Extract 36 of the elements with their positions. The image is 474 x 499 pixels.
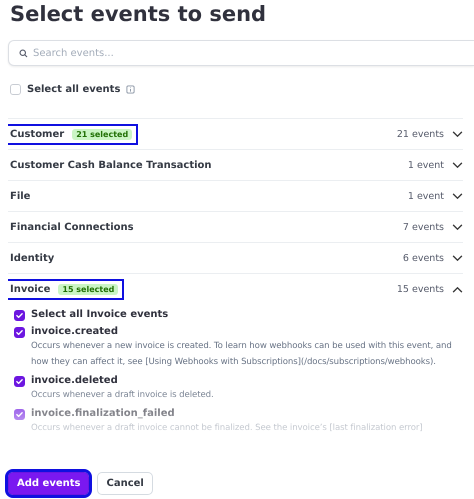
- category-header[interactable]: Customer Cash Balance Transaction: [6, 154, 218, 176]
- event-description: Occurs whenever a draft invoice cannot be finalized. See the invoice’s [last finalization error]: [31, 422, 423, 435]
- event-name[interactable]: Select all Invoice events: [31, 309, 168, 320]
- highlighted-category[interactable]: Customer 21 selected: [6, 124, 138, 144]
- event-name[interactable]: invoice.deleted: [31, 375, 214, 386]
- info-icon: [126, 84, 136, 94]
- category-header[interactable]: Financial Connections: [6, 216, 140, 238]
- page-title: Select events to send: [10, 2, 268, 28]
- event-name[interactable]: invoice.finalization_failed: [31, 408, 423, 419]
- checkbox[interactable]: [14, 310, 25, 321]
- chevron-down-icon[interactable]: [452, 130, 463, 138]
- event-count: 21 events: [396, 128, 444, 140]
- checkbox[interactable]: [14, 376, 25, 387]
- add-button[interactable]: Add events: [8, 472, 90, 495]
- event-count: 7 events: [402, 222, 444, 232]
- event-description: Occurs whenever a new invoice is created. To learn how webhooks can be used with this event, and how they can affect it, see [Using Webhooks with Subscriptions](/docs/subscriptions/webhooks).: [31, 340, 453, 369]
- category-header[interactable]: Identity: [6, 248, 60, 268]
- chevron-down-icon[interactable]: [452, 162, 463, 168]
- chevron-down-icon[interactable]: [452, 192, 463, 200]
- event-name[interactable]: invoice.created: [31, 326, 463, 337]
- chevron-down-icon[interactable]: [452, 254, 463, 262]
- checkbox[interactable]: [14, 409, 25, 420]
- search-icon: [19, 49, 28, 58]
- event-count: 6 events: [402, 252, 444, 264]
- event-count: 1 event: [408, 190, 444, 202]
- chevron-down-icon[interactable]: [452, 224, 463, 230]
- checkbox-label[interactable]: Select all events: [27, 84, 120, 94]
- event-description: Occurs whenever a draft invoice is deleted.: [31, 389, 214, 402]
- event-count: 1 event: [408, 160, 444, 170]
- checkbox[interactable]: [14, 327, 25, 338]
- category-header[interactable]: File: [6, 186, 36, 206]
- search-field[interactable]: Search events...: [8, 40, 474, 66]
- cancel-button[interactable]: Cancel: [97, 472, 153, 495]
- highlighted-category[interactable]: Invoice 15 selected: [6, 278, 124, 300]
- event-count: 15 events: [396, 284, 444, 294]
- chevron-up-icon[interactable]: [452, 286, 463, 292]
